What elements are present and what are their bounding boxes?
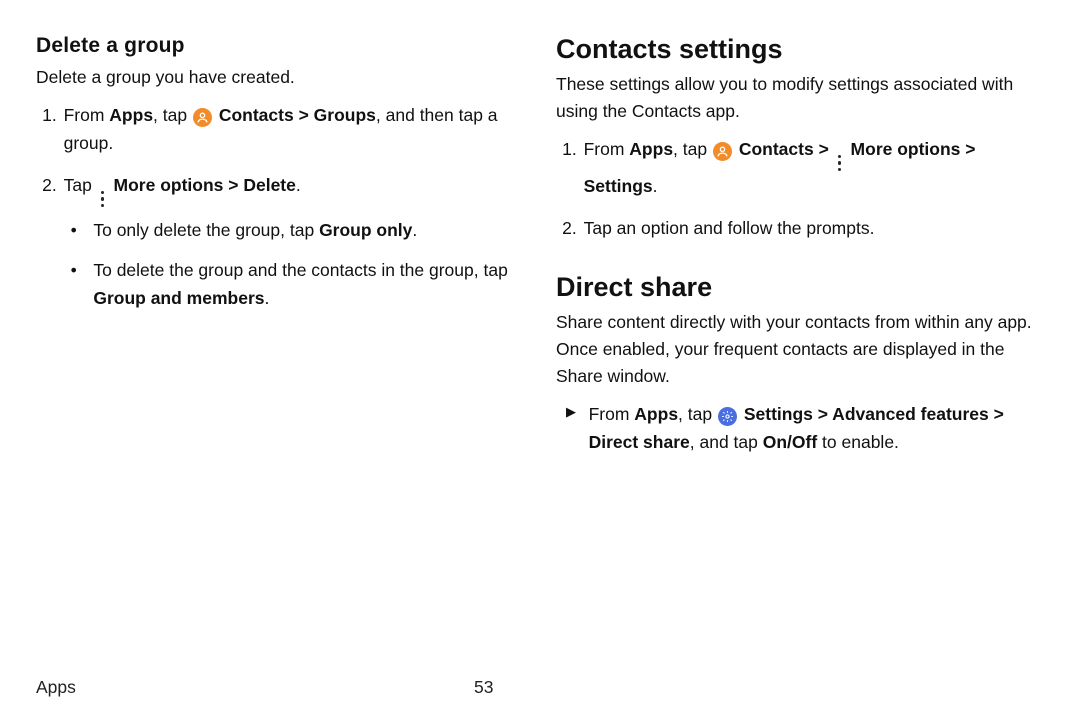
text-bold: More options <box>846 139 966 159</box>
text: to enable. <box>817 432 899 452</box>
text: To only delete the group, tap <box>93 220 319 240</box>
text-bold: Direct share <box>589 432 690 452</box>
step-1: From Apps, tap Contacts > Groups, and th… <box>62 101 524 157</box>
steps-delete-a-group: From Apps, tap Contacts > Groups, and th… <box>36 101 524 312</box>
chevron-icon: > <box>818 404 828 424</box>
text-bold: Contacts <box>734 139 819 159</box>
text: From <box>589 404 635 424</box>
chevron-icon: > <box>228 175 238 195</box>
heading-direct-share: Direct share <box>556 272 1044 303</box>
bullet-2: To delete the group and the contacts in … <box>86 256 524 312</box>
heading-delete-a-group: Delete a group <box>36 34 524 58</box>
intro-direct-share: Share content directly with your contact… <box>556 309 1044 390</box>
chevron-icon: > <box>819 139 829 159</box>
text-bold: Group and members <box>93 288 264 308</box>
manual-page: Delete a group Delete a group you have c… <box>0 0 1080 720</box>
text-bold: Apps <box>634 404 678 424</box>
text: From <box>64 105 110 125</box>
section-direct-share: Direct share Share content directly with… <box>556 272 1044 456</box>
settings-icon <box>718 407 737 426</box>
contacts-icon <box>713 142 732 161</box>
text-bold: Groups <box>309 105 376 125</box>
step-1: From Apps, tap Contacts > More options >… <box>582 135 1044 200</box>
right-column: Contacts settings These settings allow y… <box>556 34 1044 486</box>
section-contacts-settings: Contacts settings These settings allow y… <box>556 34 1044 242</box>
text-bold: More options <box>109 175 229 195</box>
text: Tap <box>64 175 97 195</box>
text-bold: Settings <box>584 176 653 196</box>
text-bold: Contacts <box>214 105 299 125</box>
text: , tap <box>673 139 712 159</box>
intro-delete-a-group: Delete a group you have created. <box>36 64 524 91</box>
text-bold: On/Off <box>763 432 817 452</box>
text: . <box>412 220 417 240</box>
two-column-layout: Delete a group Delete a group you have c… <box>36 34 1044 486</box>
more-options-icon <box>835 154 844 172</box>
text: . <box>296 175 301 195</box>
text: . <box>653 176 658 196</box>
text-bold: Delete <box>238 175 295 195</box>
chevron-icon: > <box>994 404 1004 424</box>
chevron-icon: > <box>299 105 309 125</box>
page-footer: Apps 53 <box>36 677 1044 698</box>
text: , tap <box>153 105 192 125</box>
chevron-icon: > <box>965 139 975 159</box>
page-number: 53 <box>474 677 493 698</box>
left-column: Delete a group Delete a group you have c… <box>36 34 524 486</box>
step-2: Tap an option and follow the prompts. <box>582 214 1044 242</box>
substeps: To only delete the group, tap Group only… <box>64 216 524 312</box>
step-1: From Apps, tap Settings > Advanced featu… <box>582 400 1044 456</box>
text: To delete the group and the contacts in … <box>93 260 507 280</box>
steps-direct-share: From Apps, tap Settings > Advanced featu… <box>556 400 1044 456</box>
more-options-icon <box>98 190 107 208</box>
text-bold: Apps <box>109 105 153 125</box>
intro-contacts-settings: These settings allow you to modify setti… <box>556 71 1044 125</box>
text: , and tap <box>690 432 763 452</box>
heading-contacts-settings: Contacts settings <box>556 34 1044 65</box>
contacts-icon <box>193 108 212 127</box>
bullet-1: To only delete the group, tap Group only… <box>86 216 524 244</box>
text-bold: Group only <box>319 220 412 240</box>
steps-contacts-settings: From Apps, tap Contacts > More options >… <box>556 135 1044 242</box>
text-bold: Apps <box>629 139 673 159</box>
text: . <box>265 288 270 308</box>
step-2: Tap More options > Delete. To only delet… <box>62 171 524 312</box>
footer-section-label: Apps <box>36 677 76 698</box>
text-bold: Settings <box>739 404 818 424</box>
text: From <box>584 139 630 159</box>
text-bold: Advanced features <box>828 404 994 424</box>
text: , tap <box>678 404 717 424</box>
